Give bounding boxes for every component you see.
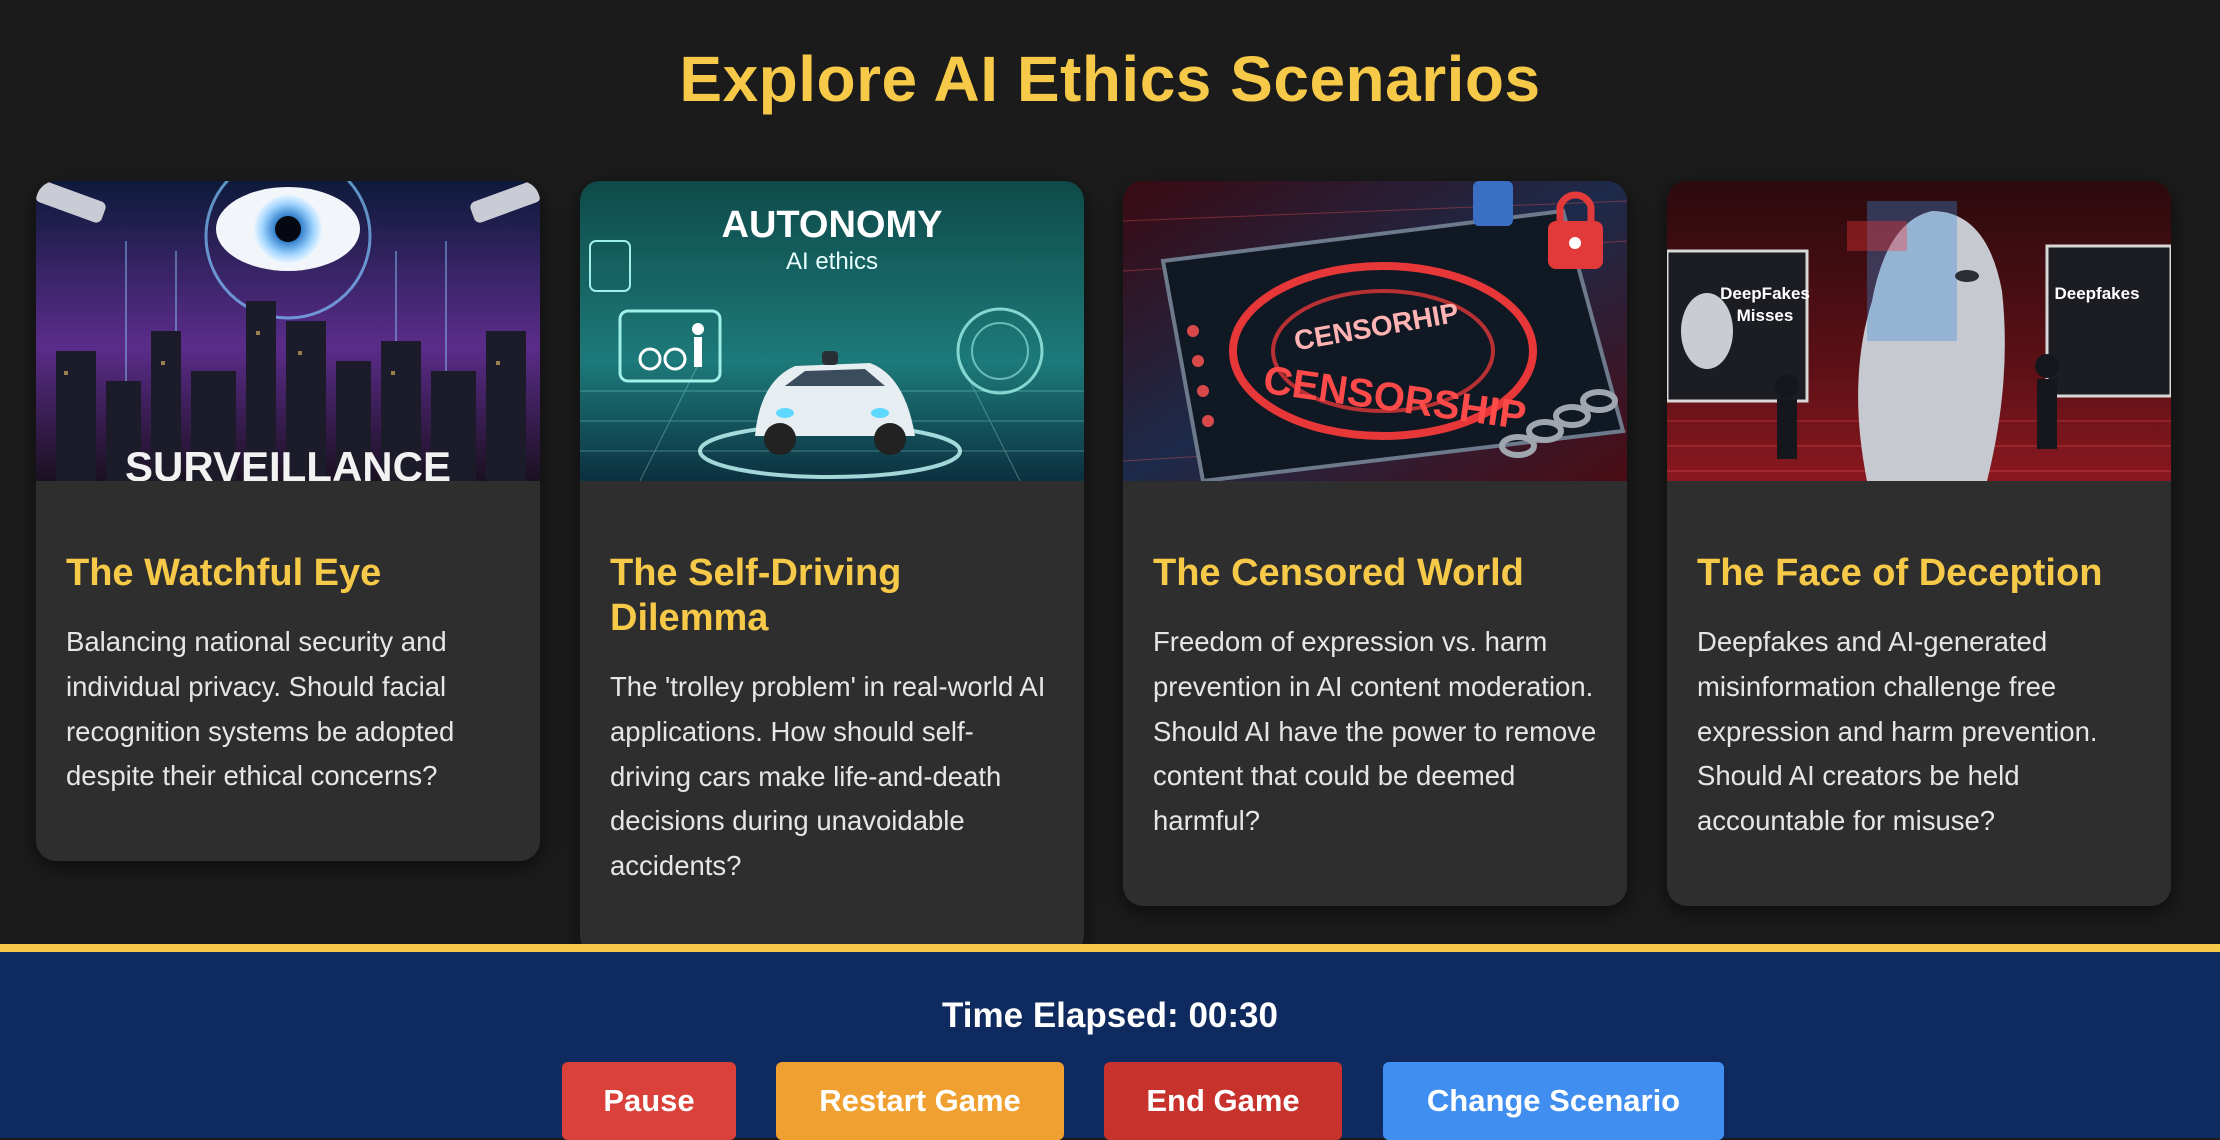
game-control-bar: Time Elapsed: 00:30 Pause Restart Game E… bbox=[0, 944, 2220, 1140]
robot-head-icon bbox=[1847, 201, 2005, 481]
face-icon bbox=[1681, 293, 1733, 369]
timer-label: Time Elapsed: bbox=[942, 996, 1179, 1035]
card-description: Balancing national security and individu… bbox=[66, 626, 455, 792]
card-title: The Watchful Eye bbox=[66, 552, 382, 594]
surveillance-image: SURVEILLANCE bbox=[36, 181, 540, 481]
pause-button[interactable]: Pause bbox=[562, 1062, 736, 1140]
change-scenario-button[interactable]: Change Scenario bbox=[1383, 1062, 1724, 1140]
scenario-card-self-driving[interactable]: AUTONOMY AI ethics The Self-Driving Dile… bbox=[580, 181, 1084, 956]
scenario-cards: SURVEILLANCE The Watchful Eye Balancing … bbox=[36, 181, 2186, 961]
restart-game-button[interactable]: Restart Game bbox=[776, 1062, 1064, 1140]
deepfake-image: DeepFakes Misses Deepfakes bbox=[1667, 181, 2171, 481]
card-title: The Face of Deception bbox=[1697, 552, 2103, 594]
card-description: Freedom of expression vs. harm preventio… bbox=[1153, 626, 1597, 837]
autonomy-image: AUTONOMY AI ethics bbox=[580, 181, 1084, 481]
deepfake-caption: DeepFakes bbox=[1720, 284, 1810, 303]
autonomy-subcaption: AI ethics bbox=[786, 248, 878, 275]
censorship-image: CENSORHIP CENSORSHIP bbox=[1123, 181, 1627, 481]
surveillance-illustration: SURVEILLANCE bbox=[36, 181, 540, 481]
deepfake-illustration: DeepFakes Misses Deepfakes bbox=[1667, 181, 2171, 481]
end-game-button[interactable]: End Game bbox=[1104, 1062, 1342, 1140]
card-description: The 'trolley problem' in real-world AI a… bbox=[610, 671, 1046, 882]
autonomy-caption: AUTONOMY bbox=[722, 204, 943, 246]
timer-display: Time Elapsed: 00:30 bbox=[0, 996, 2220, 1036]
deepfake-caption-b: Misses bbox=[1737, 306, 1794, 325]
censorship-illustration: CENSORHIP CENSORSHIP bbox=[1123, 181, 1627, 481]
surveillance-caption: SURVEILLANCE bbox=[125, 443, 451, 481]
card-description: Deepfakes and AI-generated misinformatio… bbox=[1697, 626, 2098, 837]
card-title: The Censored World bbox=[1153, 552, 1524, 594]
page-title: Explore AI Ethics Scenarios bbox=[679, 43, 1541, 115]
deepfake-caption-2: Deepfakes bbox=[2054, 284, 2139, 303]
scenario-card-face-of-deception[interactable]: DeepFakes Misses Deepfakes The Face of D… bbox=[1667, 181, 2171, 906]
screen-panel-right bbox=[2045, 244, 2171, 398]
scenario-card-watchful-eye[interactable]: SURVEILLANCE The Watchful Eye Balancing … bbox=[36, 181, 540, 861]
timer-value: 00:30 bbox=[1188, 996, 1278, 1035]
autonomy-illustration: AUTONOMY AI ethics bbox=[580, 181, 1084, 481]
card-title: The Self-Driving Dilemma bbox=[610, 552, 902, 639]
scenario-card-censored-world[interactable]: CENSORHIP CENSORSHIP The Censored World … bbox=[1123, 181, 1627, 906]
